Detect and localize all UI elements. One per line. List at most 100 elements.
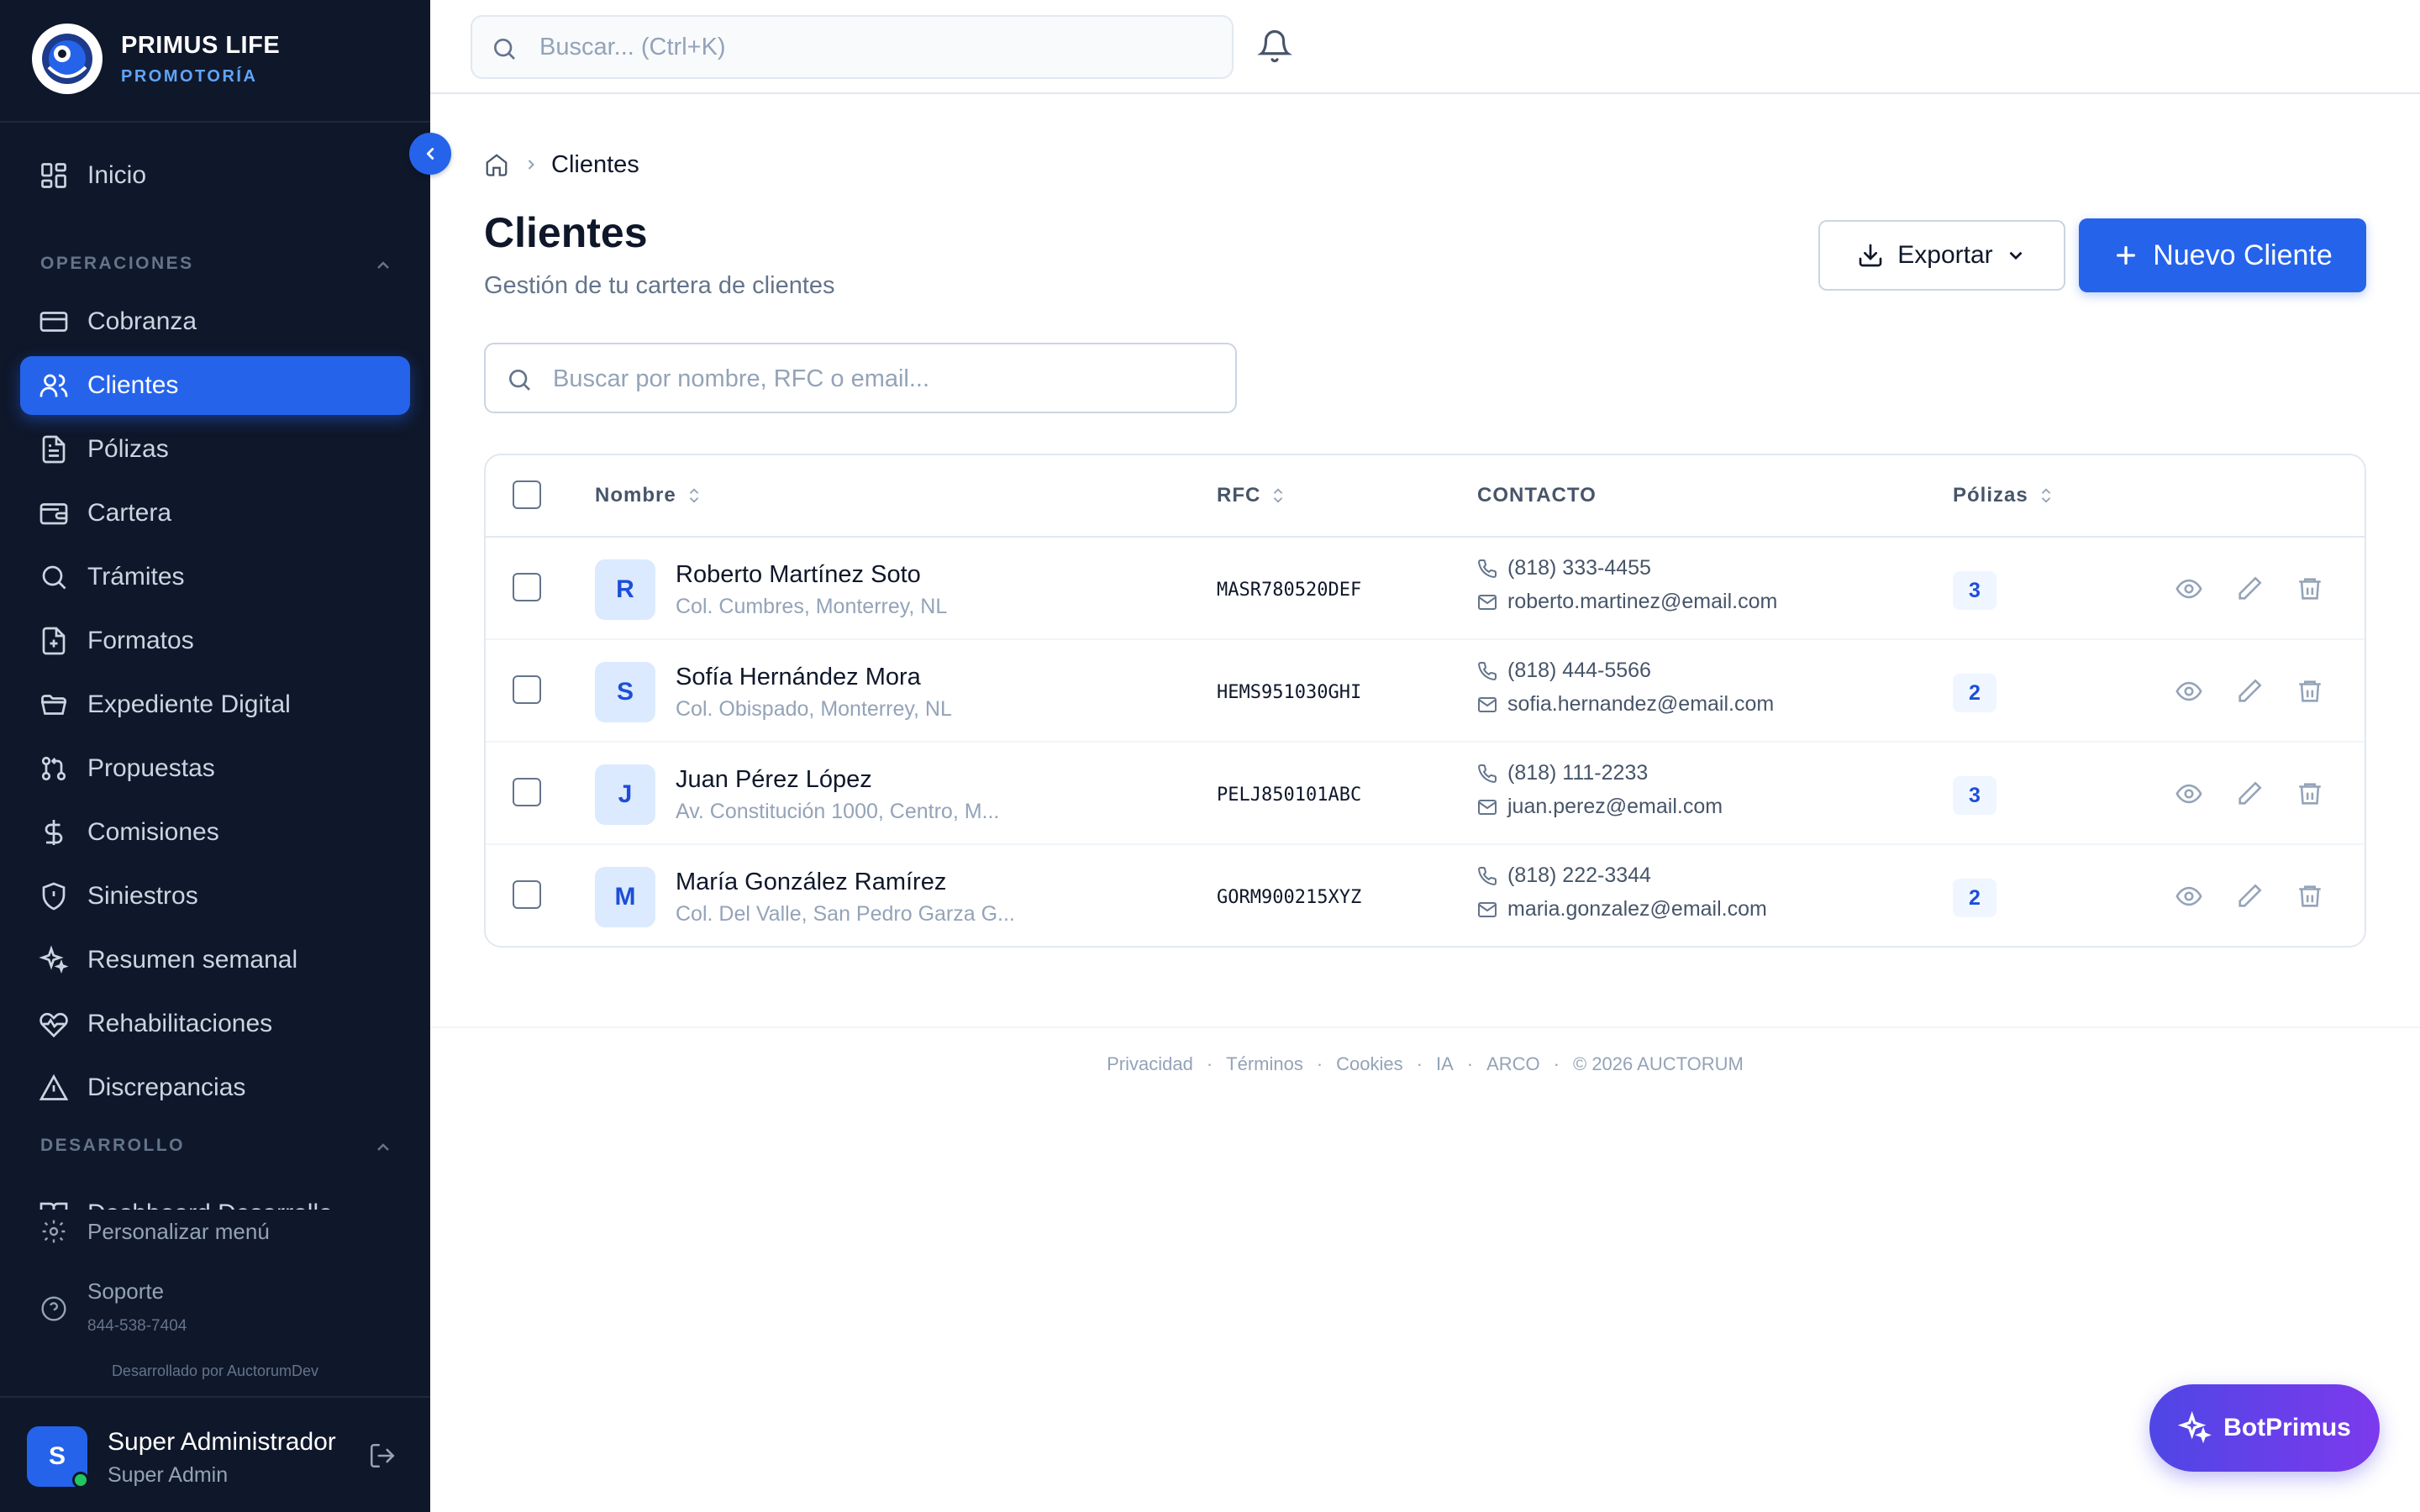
brand-name: PRIMUS LIFE bbox=[121, 32, 281, 59]
logout-icon[interactable] bbox=[368, 1441, 397, 1470]
topbar bbox=[430, 0, 2420, 94]
sidebar-item-tramites[interactable]: Trámites bbox=[20, 548, 410, 606]
phone-text: (818) 222-3344 bbox=[1507, 864, 1651, 887]
section-label: DESARROLLO bbox=[40, 1136, 185, 1155]
table-row[interactable]: J Juan Pérez López Av. Constitución 1000… bbox=[486, 743, 2365, 845]
dollar-icon bbox=[45, 820, 63, 845]
footer-link-terminos[interactable]: Términos bbox=[1226, 1053, 1303, 1075]
table-row[interactable]: R Roberto Martínez Soto Col. Cumbres, Mo… bbox=[486, 538, 2365, 640]
client-name[interactable]: Roberto Martínez Soto bbox=[676, 561, 921, 589]
user-profile[interactable]: S Super Administrador Super Admin bbox=[0, 1396, 430, 1512]
column-header-name[interactable]: Nombre bbox=[595, 484, 703, 507]
table-row[interactable]: S Sofía Hernández Mora Col. Obispado, Mo… bbox=[486, 640, 2365, 743]
table-row[interactable]: M María González Ramírez Col. Del Valle,… bbox=[486, 845, 2365, 946]
view-eye-icon[interactable] bbox=[2175, 575, 2203, 603]
view-eye-icon[interactable] bbox=[2175, 677, 2203, 706]
phone-icon bbox=[1478, 866, 1497, 885]
client-name[interactable]: María González Ramírez bbox=[676, 869, 946, 896]
search-icon bbox=[509, 370, 530, 391]
customize-menu-button[interactable]: Personalizar menú bbox=[40, 1218, 270, 1245]
edit-pencil-icon[interactable] bbox=[2235, 677, 2264, 706]
client-phone: (818) 333-4455 bbox=[1477, 556, 1651, 580]
sidebar-item-polizas[interactable]: Pólizas bbox=[20, 420, 410, 479]
client-address: Col. Cumbres, Monterrey, NL bbox=[676, 595, 948, 618]
sidebar-item-cobranza[interactable]: Cobranza bbox=[20, 292, 410, 351]
sidebar-item-rehabilitaciones[interactable]: Rehabilitaciones bbox=[20, 995, 410, 1053]
sidebar-item-propuestas[interactable]: Propuestas bbox=[20, 739, 410, 798]
export-button[interactable]: Exportar bbox=[1818, 220, 2065, 291]
edit-pencil-icon[interactable] bbox=[2235, 575, 2264, 603]
client-avatar: M bbox=[595, 867, 655, 927]
footer-copyright: © 2026 AUCTORUM bbox=[1573, 1053, 1744, 1074]
client-phone: (818) 111-2233 bbox=[1477, 761, 1648, 785]
delete-trash-icon[interactable] bbox=[2296, 882, 2324, 911]
footer-link-cookies[interactable]: Cookies bbox=[1336, 1053, 1402, 1075]
chevron-up-icon bbox=[377, 1143, 389, 1151]
plus-icon bbox=[2117, 246, 2136, 265]
client-name[interactable]: Juan Pérez López bbox=[676, 766, 872, 794]
search-icon bbox=[494, 39, 515, 60]
delete-trash-icon[interactable] bbox=[2296, 677, 2324, 706]
sidebar-collapse-button[interactable] bbox=[409, 133, 451, 175]
edit-pencil-icon[interactable] bbox=[2235, 780, 2264, 808]
client-phone: (818) 222-3344 bbox=[1477, 864, 1651, 888]
new-client-button[interactable]: Nuevo Cliente bbox=[2079, 218, 2366, 292]
global-search[interactable] bbox=[471, 15, 1234, 79]
edit-pencil-icon[interactable] bbox=[2235, 882, 2264, 911]
row-checkbox[interactable] bbox=[513, 573, 541, 601]
sidebar-item-discrepancias[interactable]: Discrepancias bbox=[20, 1058, 410, 1117]
sparkles-icon bbox=[39, 945, 69, 974]
sidebar-item-label: Pólizas bbox=[87, 435, 169, 463]
select-all-checkbox[interactable] bbox=[513, 480, 541, 509]
primus-logo-icon[interactable] bbox=[32, 24, 103, 94]
delete-trash-icon[interactable] bbox=[2296, 780, 2324, 808]
row-checkbox[interactable] bbox=[513, 778, 541, 806]
client-rfc: PELJ850101ABC bbox=[1217, 785, 1362, 806]
sidebar-item-label: Cartera bbox=[87, 499, 172, 527]
footer-separator: · bbox=[1416, 1053, 1423, 1074]
client-phone: (818) 444-5566 bbox=[1477, 659, 1651, 683]
home-icon[interactable] bbox=[484, 152, 509, 177]
client-search[interactable] bbox=[484, 343, 1237, 413]
alert-triangle-icon bbox=[39, 1074, 69, 1100]
row-checkbox[interactable] bbox=[513, 880, 541, 909]
sidebar-item-clientes[interactable]: Clientes bbox=[20, 356, 410, 415]
delete-trash-icon[interactable] bbox=[2296, 575, 2324, 603]
footer-link-privacidad[interactable]: Privacidad bbox=[1107, 1053, 1193, 1075]
sidebar-item-siniestros[interactable]: Siniestros bbox=[20, 867, 410, 926]
view-eye-icon[interactable] bbox=[2175, 882, 2203, 911]
email-text: roberto.martinez@email.com bbox=[1507, 590, 1778, 613]
footer-link-arco[interactable]: ARCO bbox=[1486, 1053, 1540, 1075]
sidebar-item-resumen-semanal[interactable]: Resumen semanal bbox=[20, 931, 410, 990]
support-link[interactable]: Soporte bbox=[40, 1278, 164, 1322]
policies-count-badge: 2 bbox=[1953, 879, 1996, 917]
row-checkbox[interactable] bbox=[513, 675, 541, 704]
sidebar-item-formatos[interactable]: Formatos bbox=[20, 612, 410, 670]
sidebar-item-label: Inicio bbox=[87, 161, 147, 189]
clients-table: Nombre RFC CONTACTO Pólizas R Roberto Ma… bbox=[484, 454, 2366, 948]
sidebar: PRIMUS LIFE PROMOTORÍA Inicio OPERACIONE… bbox=[0, 0, 451, 1512]
section-operaciones[interactable]: OPERACIONES bbox=[40, 254, 393, 279]
notifications-bell-icon[interactable] bbox=[1257, 29, 1292, 64]
support-phone: 844-538-7404 bbox=[87, 1317, 187, 1335]
footer: Privacidad · Términos · Cookies · IA · A… bbox=[430, 1026, 2420, 1102]
policies-count-badge: 2 bbox=[1953, 674, 1996, 712]
document-icon bbox=[42, 435, 66, 464]
view-eye-icon[interactable] bbox=[2175, 780, 2203, 808]
section-desarrollo[interactable]: DESARROLLO bbox=[40, 1136, 393, 1161]
page-title: Clientes bbox=[484, 209, 648, 256]
botprimus-button[interactable]: BotPrimus bbox=[2149, 1384, 2380, 1472]
client-name[interactable]: Sofía Hernández Mora bbox=[676, 664, 921, 691]
sidebar-item-cartera[interactable]: Cartera bbox=[20, 484, 410, 543]
column-header-rfc[interactable]: RFC bbox=[1217, 484, 1287, 507]
column-header-policies[interactable]: Pólizas bbox=[1953, 484, 2055, 507]
sidebar-item-expediente-digital[interactable]: Expediente Digital bbox=[20, 675, 410, 734]
sort-icon bbox=[689, 488, 698, 503]
footer-link-ia[interactable]: IA bbox=[1436, 1053, 1454, 1075]
client-email: maria.gonzalez@email.com bbox=[1477, 897, 1767, 921]
sidebar-item-inicio[interactable]: Inicio bbox=[20, 146, 410, 205]
sidebar-item-comisiones[interactable]: Comisiones bbox=[20, 803, 410, 862]
global-search-input[interactable] bbox=[539, 24, 1212, 71]
client-search-input[interactable] bbox=[553, 354, 1217, 403]
sidebar-item-dashboard-desarrollo[interactable]: Dashboard Desarrollo bbox=[20, 1184, 410, 1210]
